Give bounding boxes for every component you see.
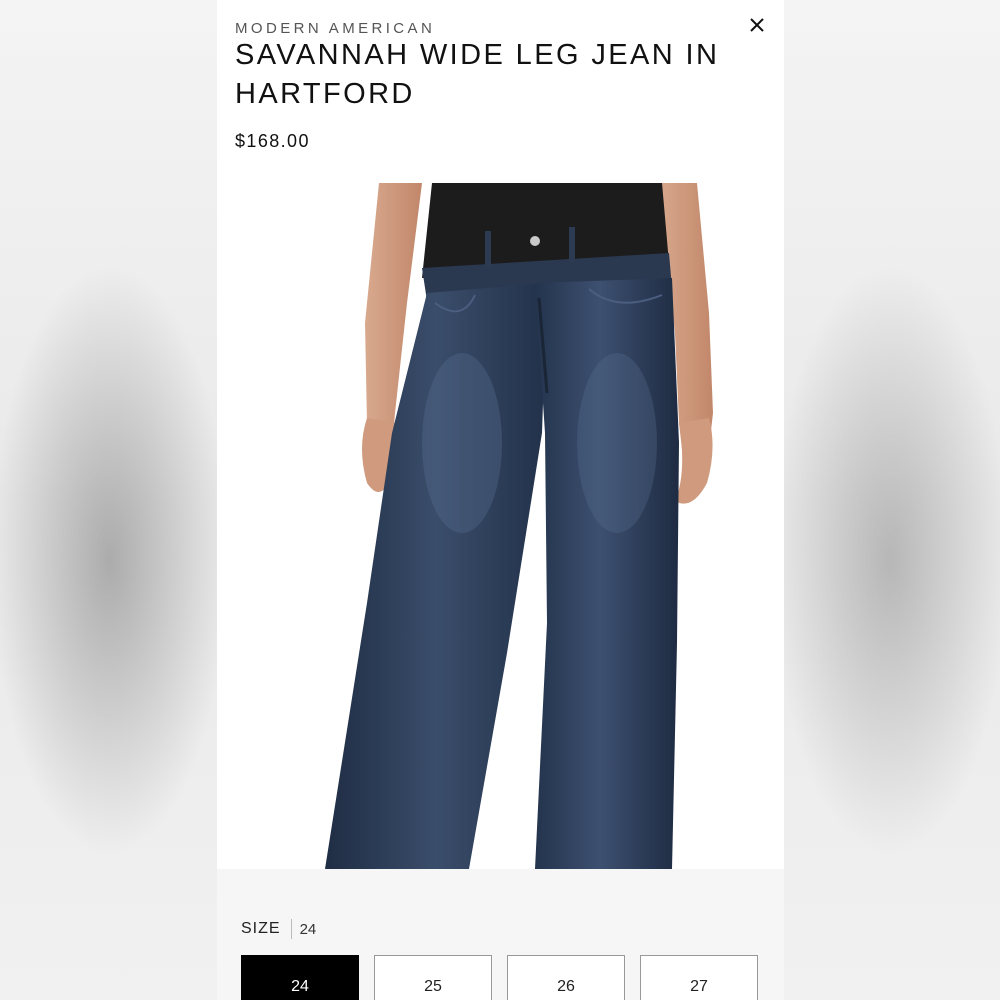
brand-name: MODERN AMERICAN	[235, 20, 436, 37]
size-option-26[interactable]: 26	[507, 955, 625, 1000]
size-label: SIZE	[241, 920, 281, 937]
size-option-label: 25	[424, 978, 442, 995]
size-option-24[interactable]: 24	[241, 955, 359, 1000]
size-option-label: 27	[690, 978, 708, 995]
selected-size-value: 24	[299, 920, 317, 938]
divider	[290, 919, 292, 939]
close-icon	[750, 18, 764, 32]
size-selector: SIZE 24 24 25 26 27	[217, 869, 784, 1000]
close-button[interactable]	[745, 13, 769, 37]
product-title: SAVANNAH WIDE LEG JEAN IN HARTFORD	[235, 39, 720, 110]
size-option-27[interactable]: 27	[640, 955, 758, 1000]
size-option-label: 24	[291, 978, 309, 995]
size-option-25[interactable]: 25	[374, 955, 492, 1000]
jeans-illustration	[325, 183, 713, 869]
product-quick-view-panel: MODERN AMERICAN SAVANNAH WIDE LEG JEAN I…	[217, 0, 784, 1000]
size-option-label: 26	[557, 978, 575, 995]
size-summary: SIZE 24	[241, 919, 316, 939]
product-image	[217, 183, 784, 869]
product-price: $168.00	[235, 131, 310, 151]
